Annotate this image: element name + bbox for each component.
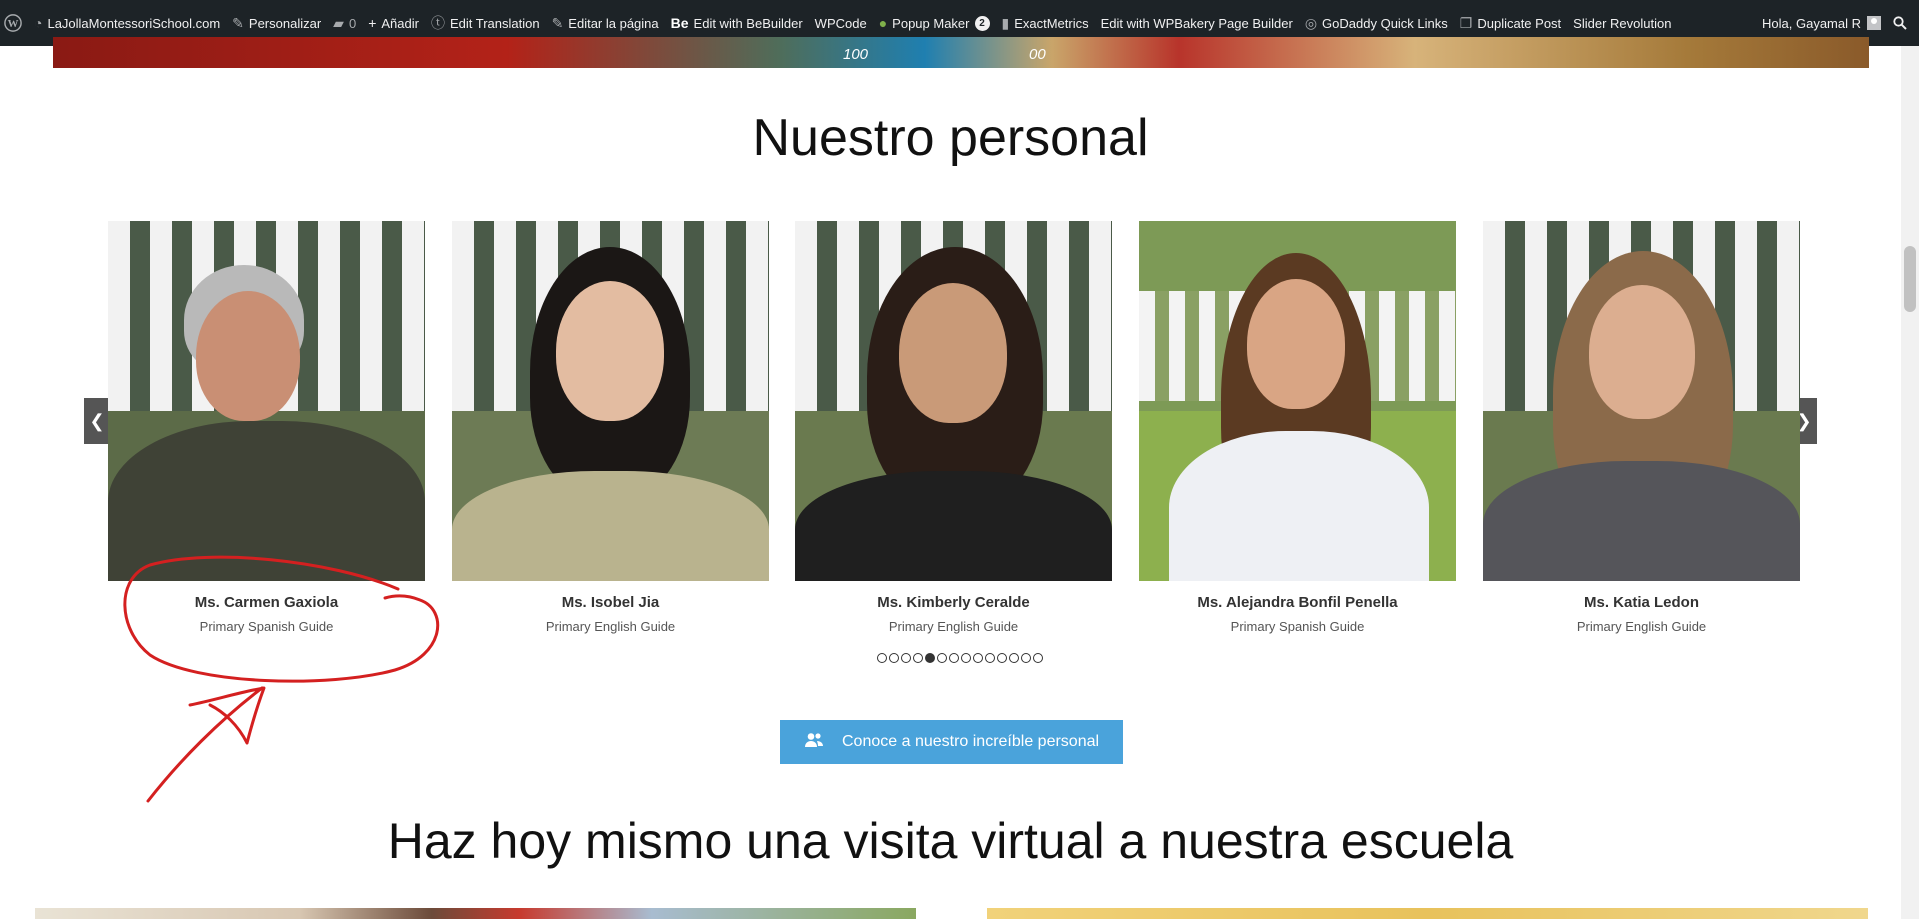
- staff-name: Ms. Kimberly Ceralde: [877, 594, 1030, 611]
- carousel-dot[interactable]: [913, 653, 923, 663]
- dashboard-icon: ◔: [34, 15, 43, 31]
- carousel-dot[interactable]: [901, 653, 911, 663]
- staff-card[interactable]: Ms. Isobel Jia Primary English Guide: [452, 221, 769, 634]
- comment-icon: ▰: [333, 14, 344, 31]
- staff-photo[interactable]: [1139, 221, 1456, 581]
- customize-label: Personalizar: [248, 15, 322, 31]
- carousel-dot[interactable]: [961, 653, 971, 663]
- staff-name: Ms. Katia Ledon: [1583, 594, 1699, 611]
- search-button[interactable]: [1887, 0, 1919, 46]
- brush-icon: ✎: [232, 14, 244, 31]
- meet-staff-button[interactable]: Conoce a nuestro increíble personal: [780, 720, 1123, 764]
- annotation-arrow: [146, 686, 266, 803]
- comments-count: 0: [348, 15, 357, 31]
- virtual-tour-image-left[interactable]: [35, 908, 916, 919]
- greeting-label: Hola, Gayamal R: [1762, 15, 1861, 31]
- duplicate-post-label: Duplicate Post: [1477, 15, 1562, 31]
- carousel-prev-button[interactable]: ❮: [84, 398, 110, 444]
- hero-number-b: 00: [1029, 46, 1046, 63]
- plus-icon: +: [368, 15, 377, 31]
- page-scrollbar[interactable]: [1901, 46, 1919, 919]
- carousel-dot[interactable]: [973, 653, 983, 663]
- carousel-dot[interactable]: [889, 653, 899, 663]
- staff-card[interactable]: Ms. Alejandra Bonfil Penella Primary Spa…: [1139, 221, 1456, 634]
- wordpress-logo-button[interactable]: W: [0, 0, 28, 46]
- carousel-pagination: [877, 653, 1043, 663]
- staff-photo[interactable]: [108, 221, 425, 581]
- edit-page-label: Editar la página: [568, 15, 659, 31]
- bar-chart-icon: ▮: [1001, 14, 1010, 31]
- hero-image-strip: 100 00: [53, 37, 1869, 68]
- pencil-icon: ✎: [551, 14, 564, 31]
- edit-translation-label: Edit Translation: [449, 15, 540, 31]
- staff-photo[interactable]: [795, 221, 1112, 581]
- carousel-dot[interactable]: [937, 653, 947, 663]
- carousel-dot[interactable]: [1033, 653, 1043, 663]
- carousel-dot[interactable]: [985, 653, 995, 663]
- chevron-left-icon: ❮: [89, 410, 105, 431]
- staff-name: Ms. Alejandra Bonfil Penella: [1197, 594, 1398, 611]
- carousel-dot[interactable]: [925, 653, 935, 663]
- staff-role: Primary Spanish Guide: [199, 619, 334, 634]
- copy-icon: ❐: [1459, 14, 1473, 31]
- staff-role: Primary English Guide: [545, 619, 676, 634]
- scrollbar-thumb[interactable]: [1904, 246, 1916, 312]
- svg-text:W: W: [8, 18, 19, 30]
- be-icon: Be: [670, 15, 689, 31]
- godaddy-icon: ◎: [1304, 14, 1318, 31]
- virtual-tour-image-right[interactable]: [987, 908, 1868, 919]
- carousel-dot[interactable]: [1021, 653, 1031, 663]
- hero-number-a: 100: [843, 46, 869, 63]
- section-title-virtual-tour: Haz hoy mismo una visita virtual a nuest…: [387, 813, 1514, 869]
- staff-card[interactable]: Ms. Kimberly Ceralde Primary English Gui…: [795, 221, 1112, 634]
- staff-role: Primary English Guide: [1576, 619, 1707, 634]
- staff-photo[interactable]: [1483, 221, 1800, 581]
- popup-maker-label: Popup Maker: [892, 15, 970, 31]
- translation-icon: ⓣ: [430, 15, 445, 31]
- exactmetrics-label: ExactMetrics: [1014, 15, 1089, 31]
- users-icon: [804, 732, 824, 753]
- staff-name: Ms. Carmen Gaxiola: [194, 594, 339, 611]
- carousel-dot[interactable]: [1009, 653, 1019, 663]
- staff-card[interactable]: Ms. Carmen Gaxiola Primary Spanish Guide: [108, 221, 425, 634]
- staff-role: Primary English Guide: [888, 619, 1019, 634]
- staff-name: Ms. Isobel Jia: [561, 594, 660, 611]
- staff-role: Primary Spanish Guide: [1230, 619, 1365, 634]
- staff-card[interactable]: Ms. Katia Ledon Primary English Guide: [1483, 221, 1800, 634]
- site-name-label: LaJollaMontessoriSchool.com: [47, 15, 221, 31]
- edit-with-wpbakery-label: Edit with WPBakery Page Builder: [1100, 15, 1293, 31]
- carousel-dot[interactable]: [877, 653, 887, 663]
- popup-icon: ●: [878, 15, 888, 31]
- carousel-dot[interactable]: [949, 653, 959, 663]
- popup-maker-badge: 2: [974, 15, 990, 31]
- staff-photo[interactable]: [452, 221, 769, 581]
- add-new-label: Añadir: [381, 15, 419, 31]
- godaddy-label: GoDaddy Quick Links: [1322, 15, 1448, 31]
- carousel-dot[interactable]: [997, 653, 1007, 663]
- edit-with-bebuilder-label: Edit with BeBuilder: [693, 15, 803, 31]
- wordpress-icon: W: [4, 14, 22, 32]
- section-title-staff: Nuestro personal: [752, 109, 1149, 167]
- wpcode-label: WPCode: [814, 15, 867, 31]
- avatar: [1867, 16, 1881, 30]
- slider-revolution-label: Slider Revolution: [1573, 15, 1672, 31]
- search-icon: [1893, 16, 1907, 30]
- meet-staff-label: Conoce a nuestro increíble personal: [842, 733, 1100, 750]
